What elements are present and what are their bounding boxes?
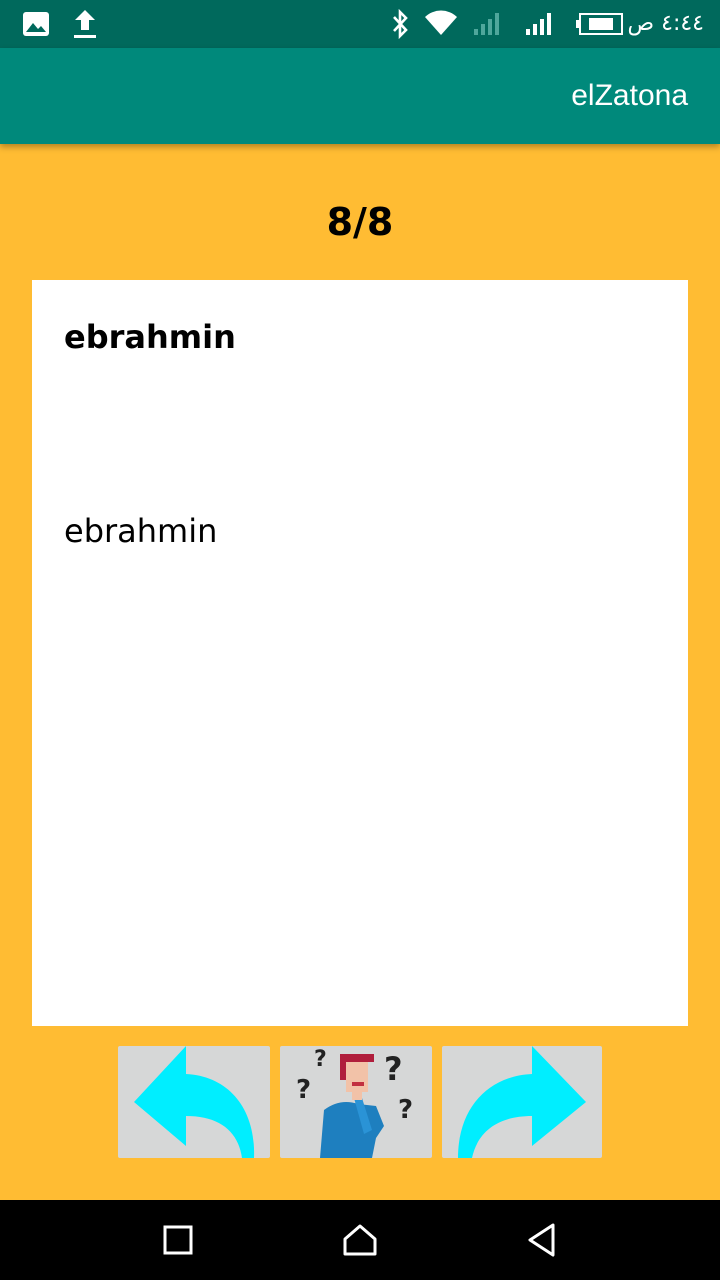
home-icon[interactable] [320,1200,400,1280]
svg-text:?: ? [384,1050,403,1088]
upload-icon [72,0,98,48]
back-arrow-icon [134,1046,255,1158]
svg-text:?: ? [314,1047,327,1072]
svg-text:?: ? [296,1075,311,1105]
hint-button[interactable]: ? ? ? ? [280,1046,432,1158]
app-title: elZatona [571,79,688,112]
previous-button[interactable] [118,1046,270,1158]
status-bar: ٤:٤٤ ص [0,0,720,48]
signal-weak-icon [472,0,502,48]
navigation-bar [0,1200,720,1280]
thinking-person-icon: ? ? ? ? [296,1047,413,1158]
answer-text: ebrahmin [64,512,218,550]
recents-icon[interactable] [138,1200,218,1280]
battery-icon [576,0,624,48]
back-icon[interactable] [502,1200,582,1280]
svg-text:?: ? [398,1095,413,1125]
next-button[interactable] [442,1046,602,1158]
image-icon [22,0,50,48]
bluetooth-icon [388,0,412,48]
question-card: ebrahmin ebrahmin [32,280,688,1026]
question-text: ebrahmin [64,318,236,356]
signal-icon [524,0,554,48]
wifi-icon [424,0,458,48]
question-counter: 8/8 [326,200,394,244]
forward-arrow-icon [458,1046,586,1158]
app-bar: elZatona [0,48,720,144]
status-time: ٤:٤٤ ص [627,11,704,36]
